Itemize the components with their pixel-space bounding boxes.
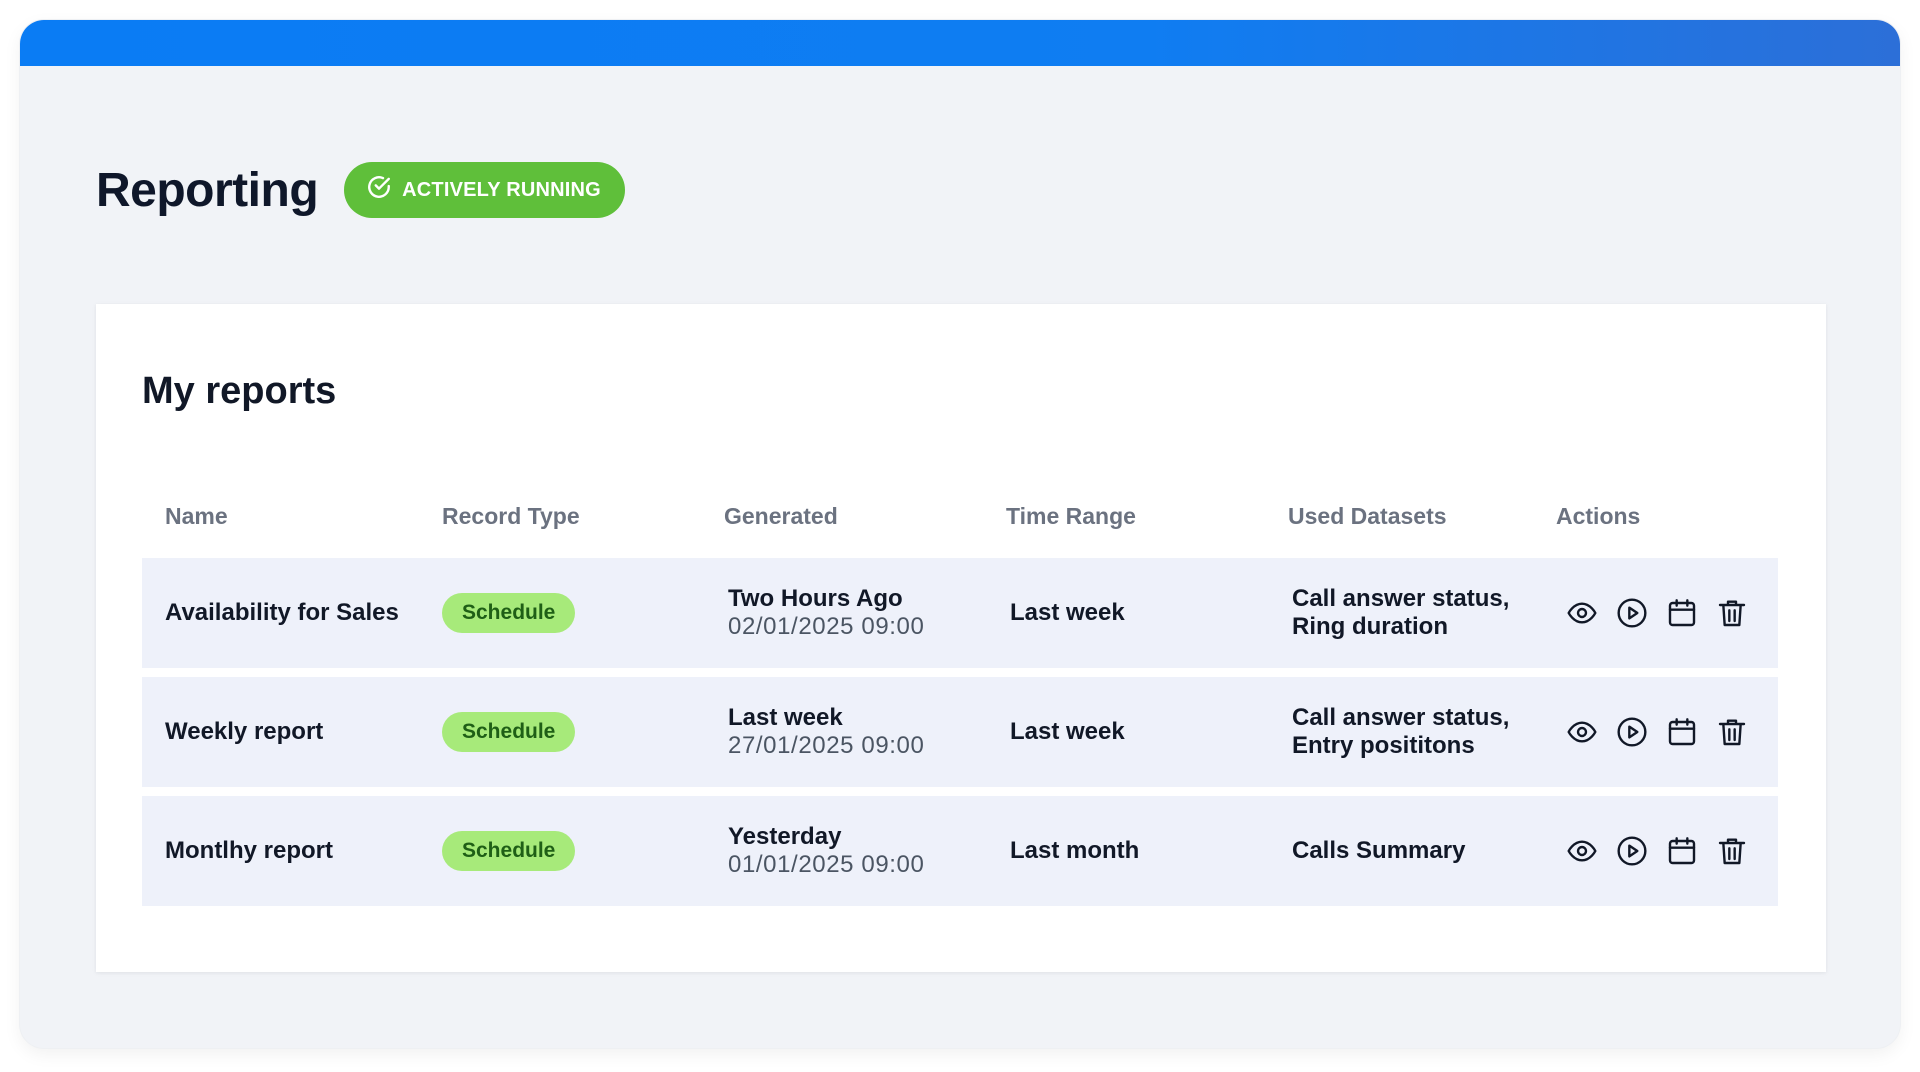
generated-timestamp: 02/01/2025 09:00 (728, 613, 925, 640)
play-icon (1617, 598, 1647, 628)
report-name: Montlhy report (165, 837, 333, 864)
calendar-icon (1668, 599, 1696, 627)
delete-button[interactable] (1714, 833, 1750, 869)
calendar-icon (1668, 718, 1696, 746)
status-label: ACTIVELY RUNNING (402, 178, 601, 201)
run-button[interactable] (1614, 714, 1650, 750)
eye-icon (1567, 602, 1597, 624)
table-header: Name Record Type Generated Time Range Us… (142, 474, 1778, 558)
schedule-button[interactable] (1664, 714, 1700, 750)
dataset-line: Call answer status, (1292, 704, 1510, 731)
generated-relative: Last week (728, 704, 843, 731)
table-row: Availability for Sales Schedule Two Hour… (142, 558, 1778, 668)
view-button[interactable] (1564, 714, 1600, 750)
play-icon (1617, 836, 1647, 866)
used-datasets: Call answer status, Ring duration (1270, 585, 1552, 641)
reports-card: My reports Name Record Type Generated Ti… (96, 304, 1826, 972)
generated-relative: Two Hours Ago (728, 585, 903, 612)
generated-relative: Yesterday (728, 823, 842, 850)
dataset-line: Calls Summary (1292, 837, 1466, 864)
generated-cell: Yesterday 01/01/2025 09:00 (706, 823, 988, 879)
view-button[interactable] (1564, 833, 1600, 869)
generated-cell: Two Hours Ago 02/01/2025 09:00 (706, 585, 988, 641)
time-range: Last week (1010, 718, 1125, 745)
time-range: Last week (1010, 599, 1125, 626)
column-header-name: Name (165, 502, 228, 529)
dataset-line: Entry posititons (1292, 732, 1475, 759)
time-range: Last month (1010, 837, 1140, 864)
row-actions (1552, 595, 1778, 631)
delete-button[interactable] (1714, 595, 1750, 631)
column-header-generated: Generated (724, 502, 838, 529)
record-type-badge: Schedule (442, 831, 576, 871)
eye-icon (1567, 721, 1597, 743)
page-header: Reporting ACTIVELY RUNNING (96, 162, 625, 218)
run-button[interactable] (1614, 595, 1650, 631)
generated-cell: Last week 27/01/2025 09:00 (706, 704, 988, 760)
column-header-record-type: Record Type (442, 502, 580, 529)
column-header-actions: Actions (1556, 502, 1641, 529)
report-name: Availability for Sales (165, 599, 399, 626)
play-icon (1617, 717, 1647, 747)
row-actions (1552, 833, 1778, 869)
run-button[interactable] (1614, 833, 1650, 869)
app-window: Reporting ACTIVELY RUNNING My reports Na… (20, 20, 1900, 1048)
dataset-line: Call answer status, (1292, 585, 1510, 612)
used-datasets: Calls Summary (1270, 837, 1552, 865)
used-datasets: Call answer status, Entry posititons (1270, 704, 1552, 760)
trash-icon (1718, 600, 1746, 627)
report-name: Weekly report (165, 718, 324, 745)
delete-button[interactable] (1714, 714, 1750, 750)
eye-icon (1567, 840, 1597, 862)
record-type-badge: Schedule (442, 712, 576, 752)
table-row: Montlhy report Schedule Yesterday 01/01/… (142, 796, 1778, 906)
page-title: Reporting (96, 163, 319, 217)
status-badge: ACTIVELY RUNNING (344, 162, 625, 218)
trash-icon (1718, 719, 1746, 746)
table-row: Weekly report Schedule Last week 27/01/2… (142, 677, 1778, 787)
top-accent-bar (20, 20, 1900, 66)
schedule-button[interactable] (1664, 833, 1700, 869)
view-button[interactable] (1564, 595, 1600, 631)
reports-table: Name Record Type Generated Time Range Us… (142, 474, 1778, 915)
schedule-button[interactable] (1664, 595, 1700, 631)
calendar-icon (1668, 837, 1696, 865)
check-circle-icon (366, 174, 392, 206)
column-header-used-datasets: Used Datasets (1288, 503, 1447, 529)
generated-timestamp: 27/01/2025 09:00 (728, 732, 925, 759)
reports-title: My reports (142, 370, 337, 412)
row-actions (1552, 714, 1778, 750)
trash-icon (1718, 838, 1746, 865)
generated-timestamp: 01/01/2025 09:00 (728, 851, 925, 878)
record-type-badge: Schedule (442, 593, 576, 633)
dataset-line: Ring duration (1292, 613, 1448, 640)
column-header-time-range: Time Range (1006, 502, 1136, 529)
